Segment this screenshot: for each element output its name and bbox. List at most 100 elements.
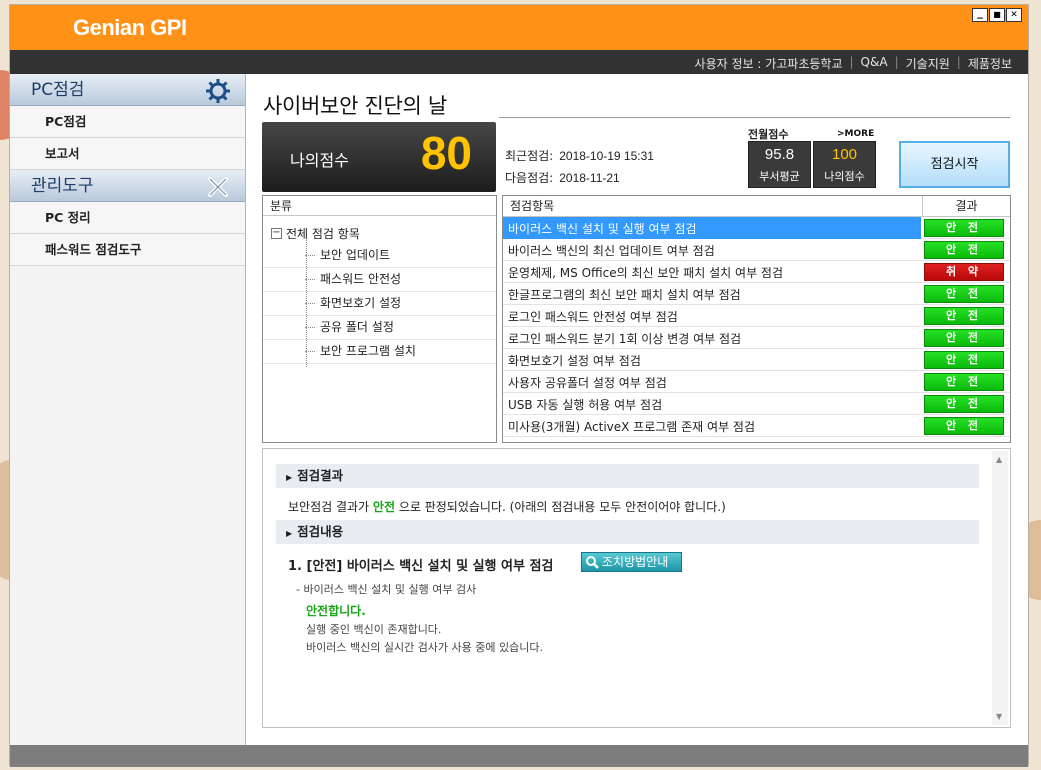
tree-root-item[interactable]: − 전체 점검 항목: [271, 225, 360, 242]
product-info-link[interactable]: 제품정보: [968, 55, 1012, 72]
maximize-button[interactable]: ■: [989, 8, 1005, 22]
check-item-name: 바이러스 백신 설치 및 실행 여부 점검: [508, 222, 697, 236]
result-badge: 안 전: [924, 307, 1004, 325]
page-title: 사이버보안 진단의 날: [263, 94, 447, 118]
last-my-score-value: 100: [831, 146, 858, 163]
sidebar-section-pc-check: PC점검: [10, 74, 245, 106]
scroll-down-icon[interactable]: ▼: [996, 712, 1002, 721]
support-link[interactable]: 기술지원: [906, 55, 950, 72]
gear-icon: [206, 79, 230, 103]
sidebar-item-pc-cleanup[interactable]: PC 정리: [10, 202, 245, 234]
more-link[interactable]: >MORE: [837, 129, 874, 139]
check-item-name: 로그인 패스워드 분기 1회 이상 변경 여부 점검: [508, 332, 742, 346]
nav-separator: |: [849, 55, 854, 69]
dept-average-label: 부서평균: [759, 170, 800, 183]
result-badge: 안 전: [924, 395, 1004, 413]
column-header-item: 점검항목: [510, 199, 555, 213]
result-highlight: 안전: [372, 500, 396, 514]
detail-item-title: 1. [안전] 바이러스 백신 설치 및 실행 여부 점검: [288, 559, 554, 574]
dept-average-box: 95.8 부서평균: [748, 141, 811, 188]
table-row[interactable]: 바이러스 백신의 최신 업데이트 여부 점검 안 전: [503, 239, 1010, 261]
sidebar-item-pc-check[interactable]: PC점검: [10, 106, 245, 138]
last-month-score-title: 전월점수: [748, 128, 789, 141]
column-header-result: 결과: [922, 196, 1010, 216]
vertical-scrollbar[interactable]: ▲ ▼: [992, 451, 1008, 725]
sidebar-section-title: PC점검: [31, 80, 85, 100]
app-window: Genian GPI ▁ ■ ✕ 사용자 정보 : 가고파초등학교 | Q&A …: [9, 4, 1029, 767]
table-row[interactable]: 미사용(3개월) ActiveX 프로그램 존재 여부 점검 안 전: [503, 415, 1010, 437]
check-item-name: 사용자 공유폴더 설정 여부 점검: [508, 376, 667, 390]
triangle-right-icon: ▶: [286, 529, 293, 538]
result-badge: 안 전: [924, 285, 1004, 303]
category-header: 분류: [263, 196, 496, 216]
table-row[interactable]: 로그인 패스워드 분기 1회 이상 변경 여부 점검 안 전: [503, 327, 1010, 349]
detail-ok-text: 안전합니다.: [306, 604, 366, 618]
magnifier-icon: [586, 556, 599, 569]
table-row[interactable]: 화면보호기 설정 여부 점검 안 전: [503, 349, 1010, 371]
detail-section-title: 점검내용: [297, 524, 344, 539]
score-value: 80: [420, 127, 472, 179]
tools-icon: [208, 177, 228, 197]
detail-line-2: 바이러스 백신의 실시간 검사가 사용 중에 있습니다.: [306, 641, 543, 654]
result-text-before: 보안점검 결과가: [288, 500, 373, 514]
check-items-table: 점검항목 결과 바이러스 백신 설치 및 실행 여부 점검 안 전 바이러스 백신의…: [502, 195, 1011, 443]
result-section-header: ▶ 점검결과: [276, 464, 979, 488]
last-my-score-box: 100 나의점수: [813, 141, 876, 188]
next-check-label: 다음점검:: [505, 171, 554, 185]
recent-check-value: 2018-10-19 15:31: [559, 149, 654, 163]
tree-root-label: 전체 점검 항목: [286, 227, 360, 241]
check-item-name: 화면보호기 설정 여부 점검: [508, 354, 641, 368]
result-badge: 안 전: [924, 219, 1004, 237]
title-bar[interactable]: Genian GPI ▁ ■ ✕: [10, 5, 1028, 50]
sidebar-item-report[interactable]: 보고서: [10, 138, 245, 170]
detail-section-header: ▶ 점검내용: [276, 520, 979, 544]
table-header: 점검항목 결과: [503, 196, 1010, 217]
next-check-date: 다음점검: 2018-11-21: [505, 169, 620, 186]
check-item-name: USB 자동 실행 허용 여부 점검: [508, 398, 663, 412]
user-info-link[interactable]: 사용자 정보 : 가고파초등학교: [695, 55, 843, 72]
table-row[interactable]: 바이러스 백신 설치 및 실행 여부 점검 안 전: [503, 217, 1010, 239]
table-row[interactable]: 한글프로그램의 최신 보안 패치 설치 여부 점검 안 전: [503, 283, 1010, 305]
result-badge: 안 전: [924, 241, 1004, 259]
score-label: 나의점수: [290, 151, 349, 170]
minimize-button[interactable]: ▁: [972, 8, 988, 22]
table-row[interactable]: 사용자 공유폴더 설정 여부 점검 안 전: [503, 371, 1010, 393]
start-check-button[interactable]: 점검시작: [899, 141, 1010, 188]
recent-check-label: 최근점검:: [505, 149, 554, 163]
table-row[interactable]: 운영체제, MS Office의 최신 보안 패치 설치 여부 점검 취 약: [503, 261, 1010, 283]
tree-item-security-program[interactable]: 보안 프로그램 설치: [263, 340, 496, 364]
result-summary: 보안점검 결과가 안전 으로 판정되었습니다. (아래의 점검내용 모두 안전이…: [288, 498, 726, 515]
table-row[interactable]: 로그인 패스워드 안전성 여부 점검 안 전: [503, 305, 1010, 327]
recent-check-date: 최근점검: 2018-10-19 15:31: [505, 147, 654, 164]
title-divider: [499, 117, 1010, 118]
table-row[interactable]: USB 자동 실행 허용 여부 점검 안 전: [503, 393, 1010, 415]
collapse-toggle-icon[interactable]: −: [271, 228, 282, 239]
sidebar-section-mgmt: 관리도구: [10, 170, 245, 202]
detail-check-line: - 바이러스 백신 설치 및 실행 여부 검사: [296, 583, 477, 596]
tree-item-password-safety[interactable]: 패스워드 안전성: [263, 268, 496, 292]
my-score-box: 나의점수 80: [262, 122, 496, 192]
qa-link[interactable]: Q&A: [861, 55, 888, 72]
result-text-after: 으로 판정되었습니다. (아래의 점검내용 모두 안전이어야 합니다.): [395, 500, 726, 514]
result-badge: 안 전: [924, 373, 1004, 391]
sidebar-section-title: 관리도구: [31, 176, 94, 196]
sidebar-item-password-tool[interactable]: 패스워드 점검도구: [10, 234, 245, 266]
result-badge: 취 약: [924, 263, 1004, 281]
result-badge: 안 전: [924, 329, 1004, 347]
brand-logo: Genian GPI: [73, 15, 187, 40]
detail-line-1: 실행 중인 백신이 존재합니다.: [306, 623, 442, 636]
tree-item-security-update[interactable]: 보안 업데이트: [263, 244, 496, 268]
scroll-up-icon[interactable]: ▲: [996, 455, 1002, 464]
tree-item-shared-folder[interactable]: 공유 폴더 설정: [263, 316, 496, 340]
close-button[interactable]: ✕: [1006, 8, 1022, 22]
nav-separator: |: [956, 55, 961, 69]
check-item-name: 바이러스 백신의 최신 업데이트 여부 점검: [508, 244, 715, 258]
check-item-name: 한글프로그램의 최신 보안 패치 설치 여부 점검: [508, 288, 741, 302]
tree-item-screensaver[interactable]: 화면보호기 설정: [263, 292, 496, 316]
check-item-name: 로그인 패스워드 안전성 여부 점검: [508, 310, 678, 324]
detail-content: - 바이러스 백신 설치 및 실행 여부 검사 안전합니다. 실행 중인 백신이…: [296, 581, 543, 655]
result-section-title: 점검결과: [297, 468, 344, 483]
top-navigation: 사용자 정보 : 가고파초등학교 | Q&A | 기술지원 | 제품정보: [10, 50, 1028, 74]
remedy-guide-button[interactable]: 조치방법안내: [581, 552, 682, 572]
next-check-value: 2018-11-21: [559, 171, 620, 185]
